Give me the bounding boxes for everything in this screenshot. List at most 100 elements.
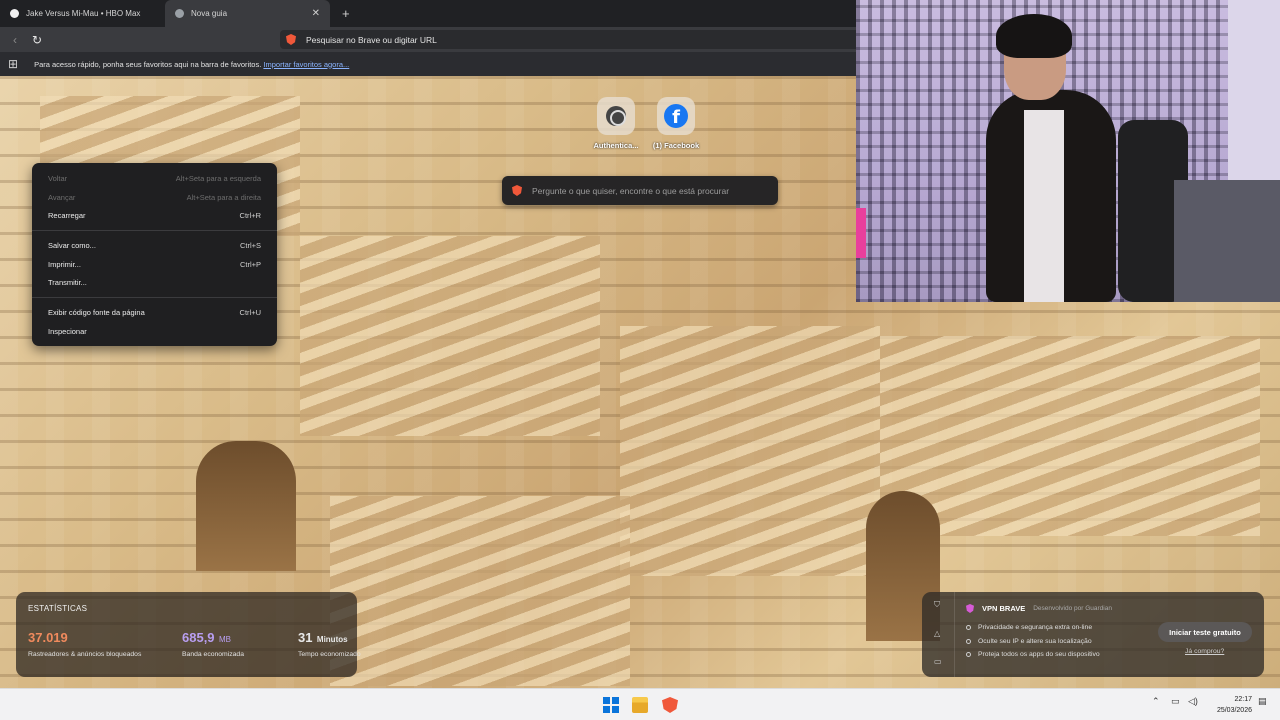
tab-bar: Jake Versus Mi-Mau • HBO Max Nova guia ✕… bbox=[0, 0, 856, 27]
menu-item-label: Recarregar bbox=[48, 211, 86, 221]
menu-item-shortcut: Alt+Seta para a esquerda bbox=[175, 173, 261, 183]
card-icon[interactable]: ▭ bbox=[934, 657, 942, 666]
volume-icon[interactable]: ◁) bbox=[1188, 696, 1198, 707]
menu-item-cast[interactable]: Transmitir... bbox=[32, 273, 277, 292]
webcam-pink-object bbox=[856, 208, 866, 258]
stat-unit: Minutos bbox=[316, 635, 348, 644]
top-site-facebook[interactable]: f (1) Facebook bbox=[652, 97, 700, 150]
tab-label: Jake Versus Mi-Mau • HBO Max bbox=[26, 9, 141, 18]
bullet-icon bbox=[966, 625, 971, 631]
menu-item-shortcut: Ctrl+S bbox=[239, 240, 261, 250]
tab-new-tab[interactable]: Nova guia ✕ bbox=[165, 0, 330, 27]
menu-item-label: Exibir código fonte da página bbox=[48, 307, 145, 317]
top-site-label: (1) Facebook bbox=[652, 141, 700, 150]
address-placeholder: Pesquisar no Brave ou digitar URL bbox=[306, 34, 437, 45]
menu-item-inspect[interactable]: Inspecionar bbox=[32, 322, 277, 341]
stat-bandwidth: 685,9 MB Banda economizada bbox=[182, 629, 244, 658]
menu-item-forward[interactable]: Avançar Alt+Seta para a direita bbox=[32, 188, 277, 207]
menu-item-shortcut: Ctrl+P bbox=[239, 259, 261, 269]
menu-item-shortcut: Ctrl+R bbox=[239, 211, 261, 221]
reload-icon[interactable]: ↻ bbox=[26, 33, 48, 47]
windows-start-icon[interactable] bbox=[603, 697, 619, 713]
stat-time: 31 Minutos Tempo economizado bbox=[298, 629, 361, 658]
menu-separator bbox=[32, 297, 277, 299]
tile-icon-wrap: f bbox=[657, 97, 695, 135]
top-site-authentica[interactable]: Authentica... bbox=[592, 97, 640, 150]
already-bought-link[interactable]: Já comprou? bbox=[1185, 648, 1224, 655]
menu-item-save-as[interactable]: Salvar como... Ctrl+S bbox=[32, 236, 277, 255]
top-site-label: Authentica... bbox=[593, 141, 639, 150]
import-bookmarks-link[interactable]: Importar favoritos agora... bbox=[263, 60, 349, 69]
tab-hbo-max[interactable]: Jake Versus Mi-Mau • HBO Max bbox=[0, 0, 165, 27]
vpn-feature-text: Oculte seu IP e altere sua localização bbox=[978, 637, 1092, 645]
file-explorer-icon[interactable] bbox=[632, 697, 648, 713]
vpn-features: Privacidade e segurança extra on-line Oc… bbox=[966, 621, 1100, 662]
background-stair bbox=[300, 236, 600, 436]
stat-value: 685,9 bbox=[182, 630, 215, 645]
vpn-feature: Privacidade e segurança extra on-line bbox=[966, 621, 1100, 635]
ask-placeholder: Pergunte o que quiser, encontre o que es… bbox=[532, 185, 730, 196]
address-bar[interactable]: Pesquisar no Brave ou digitar URL bbox=[280, 30, 856, 49]
notifications-icon[interactable]: ▤ bbox=[1258, 696, 1267, 707]
close-tab-icon[interactable]: ✕ bbox=[312, 8, 320, 19]
leo-ask-box[interactable]: Pergunte o que quiser, encontre o que es… bbox=[502, 176, 778, 205]
menu-item-shortcut: Alt+Seta para a direita bbox=[186, 192, 261, 202]
vpn-card: ⛉ △ ▭ VPN BRAVE Desenvolvido por Guardia… bbox=[922, 592, 1264, 677]
vpn-shield-icon bbox=[966, 604, 974, 613]
background-stair bbox=[620, 326, 880, 576]
tray-expand-icon[interactable]: ⌃ bbox=[1152, 696, 1160, 707]
stats-card: ESTATÍSTICAS 37.019 Rastreadores & anúnc… bbox=[16, 592, 361, 677]
globe-icon bbox=[606, 106, 626, 126]
menu-item-label: Salvar como... bbox=[48, 240, 96, 250]
vpn-feature: Oculte seu IP e altere sua localização bbox=[966, 635, 1100, 649]
taskbar-clock[interactable]: 22:17 25/03/2026 bbox=[1204, 694, 1252, 716]
brave-logo-icon bbox=[512, 185, 522, 196]
vpn-title: VPN BRAVE bbox=[982, 604, 1026, 613]
vpn-feature-text: Privacidade e segurança extra on-line bbox=[978, 624, 1093, 632]
back-icon[interactable]: ‹ bbox=[4, 33, 26, 47]
apps-grid-icon[interactable]: ⊞ bbox=[8, 57, 18, 71]
menu-item-view-source[interactable]: Exibir código fonte da página Ctrl+U bbox=[32, 303, 277, 322]
stats-row: 37.019 Rastreadores & anúncios bloqueado… bbox=[28, 629, 361, 658]
menu-item-back[interactable]: Voltar Alt+Seta para a esquerda bbox=[32, 169, 277, 188]
menu-item-label: Voltar bbox=[48, 173, 68, 183]
menu-item-label: Imprimir... bbox=[48, 259, 81, 269]
stat-unit: MB bbox=[219, 635, 231, 644]
menu-item-print[interactable]: Imprimir... Ctrl+P bbox=[32, 255, 277, 274]
tab-favicon-icon bbox=[175, 9, 184, 18]
facebook-icon: f bbox=[664, 104, 688, 128]
menu-item-label: Inspecionar bbox=[48, 326, 87, 336]
vpn-by: Desenvolvido por Guardian bbox=[1033, 605, 1112, 612]
brave-browser-icon[interactable] bbox=[662, 697, 678, 713]
vpn-feature-text: Proteja todos os apps do seu dispositivo bbox=[978, 651, 1100, 659]
webcam-person-hair bbox=[996, 14, 1072, 58]
start-trial-button[interactable]: Iniciar teste gratuito bbox=[1158, 622, 1252, 642]
menu-item-reload[interactable]: Recarregar Ctrl+R bbox=[32, 206, 277, 225]
menu-separator bbox=[32, 230, 277, 232]
new-tab-button[interactable]: + bbox=[342, 6, 350, 21]
stat-value: 31 bbox=[297, 630, 313, 645]
windows-taskbar: ⌃ ▭ ◁) 22:17 25/03/2026 ▤ bbox=[0, 688, 1280, 720]
menu-item-shortcut: Ctrl+U bbox=[239, 307, 261, 317]
vpn-header: VPN BRAVE Desenvolvido por Guardian bbox=[966, 604, 1112, 613]
brave-shield-icon[interactable] bbox=[286, 34, 296, 45]
stat-desc: Rastreadores & anúncios bloqueados bbox=[28, 651, 142, 658]
clock-date: 25/03/2026 bbox=[1216, 707, 1252, 714]
bullet-icon bbox=[966, 652, 971, 658]
background-stair bbox=[330, 496, 630, 686]
bullet-icon bbox=[966, 638, 971, 644]
background-stair bbox=[880, 336, 1260, 536]
stat-trackers: 37.019 Rastreadores & anúncios bloqueado… bbox=[28, 629, 142, 658]
context-menu: Voltar Alt+Seta para a esquerda Avançar … bbox=[32, 163, 277, 346]
top-sites: Authentica... f (1) Facebook bbox=[592, 97, 700, 150]
shield-icon[interactable]: ⛉ bbox=[934, 600, 940, 610]
tab-favicon-icon bbox=[10, 9, 19, 18]
network-icon[interactable]: ▭ bbox=[1171, 696, 1180, 707]
toolbar: ‹ ↻ Pesquisar no Brave ou digitar URL bbox=[0, 27, 856, 52]
stat-desc: Banda economizada bbox=[182, 651, 244, 658]
warning-icon[interactable]: △ bbox=[934, 629, 940, 638]
webcam-bed bbox=[1174, 180, 1280, 302]
bookmarks-bar: ⊞ Para acesso rápido, ponha seus favorit… bbox=[0, 52, 856, 76]
clock-time: 22:17 bbox=[1234, 696, 1252, 703]
stat-desc: Tempo economizado bbox=[297, 651, 361, 658]
